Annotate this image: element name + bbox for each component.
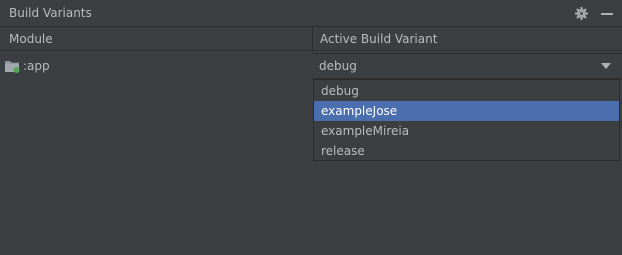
active-variant-select[interactable]: debug [313, 53, 622, 79]
variant-option-examplemireia[interactable]: exampleMireia [314, 121, 619, 141]
column-header-active-build-variant[interactable]: Active Build Variant [320, 32, 437, 46]
panel-title: Build Variants [9, 6, 92, 20]
chevron-down-icon[interactable] [601, 63, 611, 69]
variant-option-release[interactable]: release [314, 141, 619, 161]
variant-option-examplejose[interactable]: exampleJose [314, 101, 619, 121]
minimize-icon[interactable] [600, 8, 614, 20]
module-folder-icon [5, 60, 20, 73]
build-variants-panel: Build Variants Module Active Build Varia… [0, 0, 622, 255]
column-divider[interactable] [312, 27, 313, 51]
table-row[interactable]: :app debug [0, 53, 622, 79]
gear-icon[interactable] [575, 7, 588, 20]
panel-titlebar: Build Variants [0, 0, 622, 27]
variant-option-debug[interactable]: debug [314, 81, 619, 101]
table-header: Module Active Build Variant [0, 27, 622, 51]
module-name: :app [23, 59, 50, 73]
column-header-module[interactable]: Module [9, 32, 53, 46]
variant-dropdown-menu: debug exampleJose exampleMireia release [313, 79, 620, 161]
module-cell: :app [4, 58, 50, 74]
active-variant-value: debug [319, 59, 357, 73]
